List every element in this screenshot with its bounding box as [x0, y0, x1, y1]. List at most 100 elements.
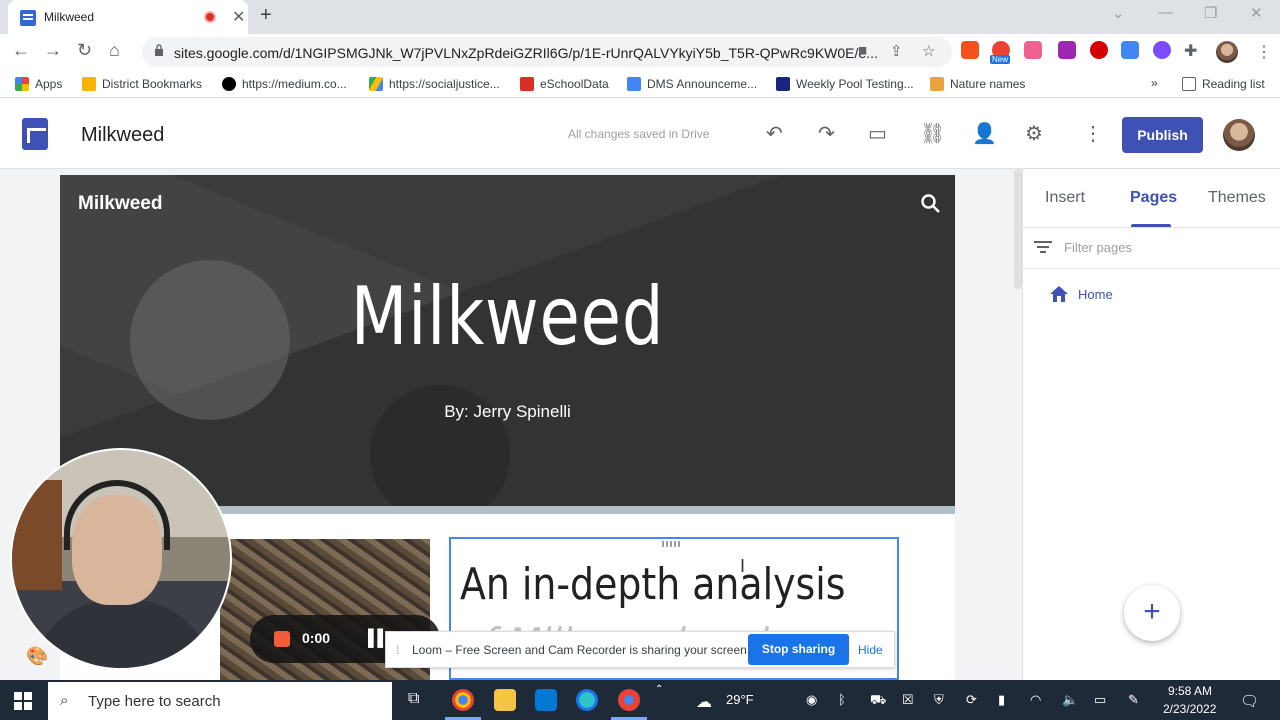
sync-icon[interactable]: ⟳ — [966, 692, 977, 708]
page-title[interactable]: Milkweed — [141, 270, 875, 363]
pause-icon[interactable]: ▌▌ — [368, 630, 389, 648]
canvas-scrollbar[interactable] — [1014, 169, 1022, 289]
forms-icon — [776, 77, 790, 91]
volume-icon[interactable]: 🔈 — [1062, 692, 1078, 708]
usb-icon[interactable]: ▮ — [998, 692, 1005, 708]
store-icon[interactable] — [535, 689, 557, 711]
panel-divider — [1023, 227, 1280, 228]
copy-link-icon[interactable]: ⛓ — [920, 121, 945, 146]
grip-icon[interactable]: ⁞ — [396, 643, 399, 657]
folder-icon — [82, 77, 96, 91]
drag-handle-icon[interactable] — [662, 541, 682, 547]
tray-close-icon[interactable]: ☒ — [902, 692, 914, 708]
chrome-tray-icon[interactable]: ◉ — [806, 692, 817, 708]
chrome-profile-icon[interactable] — [618, 689, 640, 711]
tab-insert[interactable]: Insert — [1045, 189, 1085, 207]
security-shield-icon[interactable]: ⛨ — [934, 692, 944, 708]
battery-icon[interactable]: ▭ — [1094, 692, 1106, 708]
bookmark-nature-names[interactable]: Nature names — [930, 77, 1025, 91]
weather-cloud-icon[interactable]: ☁ — [696, 692, 712, 712]
task-view-icon[interactable]: ⧉ — [408, 690, 419, 708]
home-button-icon[interactable]: ⌂ — [109, 40, 120, 61]
browser-tab[interactable]: Milkweed ✕ — [8, 0, 248, 34]
tray-expand-icon[interactable]: ⌃ — [655, 684, 663, 695]
bookmark-socialjustice[interactable]: https://socialjustice... — [369, 77, 500, 91]
bookmark-dms[interactable]: DMS Announceme... — [627, 77, 757, 91]
stop-sharing-button[interactable]: Stop sharing — [748, 634, 849, 665]
settings-gear-icon[interactable]: ⚙ — [1025, 121, 1043, 146]
bookmark-star-icon[interactable]: ☆ — [922, 42, 935, 60]
bookmark-district[interactable]: District Bookmarks — [82, 77, 202, 91]
site-nav-title[interactable]: Milkweed — [78, 193, 162, 215]
browser-menu-icon[interactable]: ⋮ — [1256, 42, 1272, 62]
tab-close-icon[interactable]: ✕ — [232, 7, 245, 27]
bookmark-apps[interactable]: Apps — [15, 77, 62, 91]
minimize-button[interactable]: — — [1158, 4, 1173, 21]
camera-icon[interactable]: ■ — [858, 42, 867, 59]
forward-icon[interactable]: → — [44, 40, 62, 61]
hide-button[interactable]: Hide — [858, 643, 883, 657]
tab-pages[interactable]: Pages — [1130, 189, 1177, 207]
browser-toolbar: ← → ↻ ⌂ sites.google.com/d/1NGIPSMGJNk_W… — [0, 34, 1280, 70]
more-bookmarks-button[interactable]: » — [1151, 76, 1158, 90]
more-options-icon[interactable]: ⋮ — [1083, 121, 1103, 146]
account-avatar[interactable] — [1223, 119, 1255, 151]
extension-7-icon[interactable] — [1153, 41, 1171, 59]
extension-3-icon[interactable] — [1024, 41, 1042, 59]
bookmark-pool-testing[interactable]: Weekly Pool Testing... — [776, 77, 914, 91]
esd-icon — [520, 77, 534, 91]
temperature-text[interactable]: 29°F — [726, 692, 754, 707]
close-window-button[interactable]: ✕ — [1250, 4, 1263, 22]
bookmark-eschooldata[interactable]: eSchoolData — [520, 77, 609, 91]
page-subtitle[interactable]: By: Jerry Spinelli — [60, 402, 955, 422]
extensions-puzzle-icon[interactable]: ✚ — [1184, 41, 1197, 61]
pen-icon[interactable]: ✎ — [1128, 692, 1139, 708]
back-icon[interactable]: ← — [12, 40, 30, 61]
restore-button[interactable]: ❐ — [1204, 4, 1217, 22]
preview-devices-icon[interactable]: ▭ — [868, 121, 887, 146]
edge-icon[interactable] — [576, 689, 598, 711]
new-tab-button[interactable]: + — [260, 4, 272, 27]
palette-icon[interactable]: 🎨 — [26, 646, 48, 667]
share-with-others-icon[interactable]: 👤 — [972, 121, 997, 146]
add-page-button[interactable]: + — [1124, 585, 1180, 641]
file-explorer-icon[interactable] — [494, 689, 516, 711]
address-bar[interactable]: sites.google.com/d/1NGIPSMGJNk_W7jPVLNxZ… — [142, 37, 952, 67]
extension-1-icon[interactable] — [961, 41, 979, 59]
dms-icon — [627, 77, 641, 91]
tab-themes[interactable]: Themes — [1208, 189, 1266, 207]
notifications-icon[interactable]: 🗨 — [1240, 692, 1259, 710]
page-item-home[interactable]: Home — [1078, 287, 1113, 302]
profile-avatar[interactable] — [1216, 41, 1238, 63]
reading-list-button[interactable]: Reading list — [1182, 77, 1265, 91]
home-icon — [1050, 286, 1068, 302]
tab-search-icon[interactable]: ⌄ — [1112, 4, 1125, 22]
clock-date[interactable]: 2/23/2022 — [1163, 702, 1216, 716]
share-icon[interactable]: ⇪ — [890, 42, 903, 60]
translate-icon[interactable] — [1121, 41, 1139, 59]
google-sites-logo-icon[interactable] — [22, 118, 48, 150]
site-search-icon[interactable] — [920, 193, 942, 215]
site-name[interactable]: Milkweed — [81, 124, 164, 147]
recording-timer: 0:00 — [302, 630, 331, 646]
reload-icon[interactable]: ↻ — [77, 40, 92, 61]
recording-indicator-icon — [204, 11, 216, 23]
lock-icon — [155, 44, 163, 56]
extension-5-icon[interactable] — [1090, 41, 1108, 59]
stop-recording-icon[interactable] — [274, 631, 290, 647]
tray-app-icon[interactable]: ⛟ — [870, 692, 886, 710]
filter-pages-input[interactable]: Filter pages — [1064, 240, 1132, 255]
bluetooth-icon[interactable]: ᛒ — [838, 692, 846, 707]
webcam-bubble[interactable] — [10, 448, 232, 670]
undo-icon[interactable]: ↶ — [766, 121, 783, 146]
text-box-heading[interactable]: An in-depth analysis — [460, 559, 845, 610]
search-icon: ⌕ — [60, 692, 69, 709]
extension-4-icon[interactable] — [1058, 41, 1076, 59]
bookmark-medium[interactable]: https://medium.co... — [222, 77, 347, 91]
clock-time[interactable]: 9:58 AM — [1168, 684, 1212, 698]
wifi-icon[interactable]: ◠ — [1030, 692, 1041, 708]
redo-icon[interactable]: ↷ — [818, 121, 835, 146]
windows-start-icon[interactable] — [14, 692, 32, 710]
chrome-taskbar-icon[interactable] — [452, 689, 474, 711]
publish-button[interactable]: Publish — [1122, 117, 1203, 153]
